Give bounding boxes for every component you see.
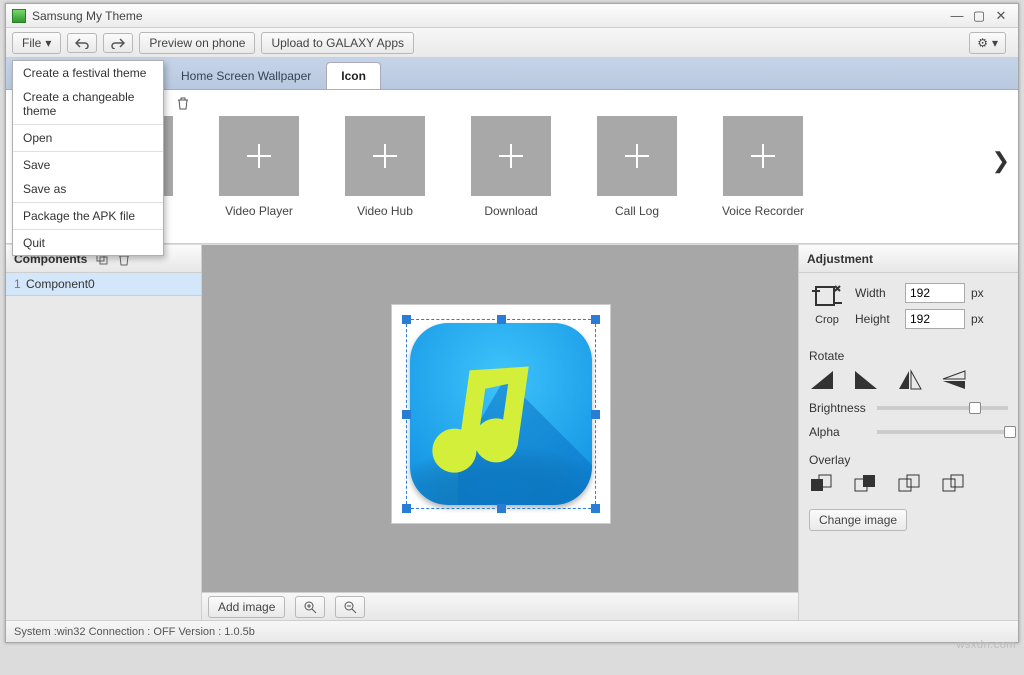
zoom-in-button[interactable] (295, 596, 325, 618)
flip-vertical-icon[interactable] (941, 369, 967, 391)
selection-box[interactable] (406, 319, 596, 509)
brightness-label: Brightness (809, 401, 871, 415)
status-text: System :win32 Connection : OFF Version :… (14, 626, 255, 638)
icon-tile[interactable]: Voice Recorder (720, 116, 806, 218)
rotate-left-icon[interactable] (809, 369, 835, 391)
icon-tile-label: Voice Recorder (722, 204, 804, 218)
icon-tile[interactable]: Download (468, 116, 554, 218)
add-icon-placeholder[interactable] (723, 116, 803, 196)
menu-save[interactable]: Save (13, 153, 163, 177)
upload-to-galaxy-apps-button[interactable]: Upload to GALAXY Apps (261, 32, 414, 54)
crop-section: Crop Width px Height px (809, 283, 1008, 335)
icon-tile[interactable]: Video Hub (342, 116, 428, 218)
height-input[interactable] (905, 309, 965, 329)
preview-on-phone-button[interactable]: Preview on phone (139, 32, 255, 54)
rotate-section: Rotate (809, 349, 1008, 391)
adjustment-header: Adjustment (799, 245, 1018, 273)
component-name: Component0 (26, 277, 95, 291)
canvas[interactable]: Add image (202, 245, 798, 620)
file-menu-button[interactable]: File ▾ (12, 32, 61, 54)
icon-strip: Music HubVideo PlayerVideo HubDownloadCa… (90, 116, 806, 218)
width-label: Width (855, 286, 899, 300)
settings-button[interactable]: ⚙ ▾ (969, 32, 1006, 54)
icon-tile[interactable]: Call Log (594, 116, 680, 218)
px-unit: px (971, 286, 984, 300)
icon-tile[interactable]: Video Player (216, 116, 302, 218)
brightness-row: Brightness (809, 401, 1008, 415)
maximize-button[interactable]: ▢ (968, 8, 990, 24)
tab-icon[interactable]: Icon (326, 62, 381, 89)
resize-handle[interactable] (402, 504, 411, 513)
title-bar: Samsung My Theme — ▢ ✕ (6, 4, 1018, 28)
add-icon-placeholder[interactable] (471, 116, 551, 196)
resize-handle[interactable] (497, 504, 506, 513)
menu-create-festival-theme[interactable]: Create a festival theme (13, 61, 163, 85)
overlay-section: Overlay (809, 453, 1008, 495)
add-icon-placeholder[interactable] (597, 116, 677, 196)
resize-handle[interactable] (402, 315, 411, 324)
overlay-forward-icon[interactable] (897, 473, 923, 495)
add-icon-placeholder[interactable] (345, 116, 425, 196)
menu-quit[interactable]: Quit (13, 231, 163, 255)
flip-horizontal-icon[interactable] (897, 369, 923, 391)
component-row[interactable]: 1 Component0 (6, 273, 201, 296)
resize-handle[interactable] (591, 410, 600, 419)
minimize-button[interactable]: — (946, 8, 968, 23)
rotate-label: Rotate (809, 349, 1008, 363)
file-dropdown: Create a festival theme Create a changea… (12, 60, 164, 256)
change-image-button[interactable]: Change image (809, 509, 907, 531)
menu-package-apk[interactable]: Package the APK file (13, 204, 163, 228)
redo-button[interactable] (103, 33, 133, 53)
file-menu-label: File (22, 36, 41, 50)
height-label: Height (855, 312, 899, 326)
resize-handle[interactable] (591, 315, 600, 324)
menu-open[interactable]: Open (13, 126, 163, 150)
zoom-out-button[interactable] (335, 596, 365, 618)
icon-tile-label: Video Hub (357, 204, 413, 218)
window-title: Samsung My Theme (32, 9, 946, 23)
scroll-right-button[interactable]: ❯ (992, 148, 1010, 174)
close-button[interactable]: ✕ (990, 8, 1012, 24)
artboard (392, 305, 610, 523)
components-panel: Components 1 Component0 (6, 245, 202, 620)
crop-icon[interactable] (812, 283, 842, 311)
overlay-backward-icon[interactable] (941, 473, 967, 495)
alpha-label: Alpha (809, 425, 871, 439)
icon-tile-label: Video Player (225, 204, 293, 218)
undo-button[interactable] (67, 33, 97, 53)
rotate-right-icon[interactable] (853, 369, 879, 391)
watermark: wsxdn.com (956, 639, 1016, 651)
width-input[interactable] (905, 283, 965, 303)
chevron-down-icon: ▾ (992, 36, 998, 50)
app-icon (12, 9, 26, 23)
add-image-button[interactable]: Add image (208, 596, 285, 618)
resize-handle[interactable] (591, 504, 600, 513)
tab-wallpaper[interactable]: Home Screen Wallpaper (166, 62, 326, 89)
px-unit: px (971, 312, 984, 326)
add-icon-placeholder[interactable] (219, 116, 299, 196)
menu-save-as[interactable]: Save as (13, 177, 163, 201)
adjustment-panel: Adjustment Crop Width px (798, 245, 1018, 620)
brightness-slider[interactable] (877, 406, 1008, 410)
delete-icon-button[interactable] (176, 96, 190, 110)
menu-create-changeable-theme[interactable]: Create a changeable theme (13, 85, 163, 123)
icon-tile-label: Download (484, 204, 537, 218)
crop-label: Crop (809, 314, 845, 326)
overlay-front-icon[interactable] (809, 473, 835, 495)
canvas-toolbar: Add image (202, 592, 798, 620)
component-index: 1 (14, 277, 26, 291)
resize-handle[interactable] (497, 315, 506, 324)
overlay-label: Overlay (809, 453, 1008, 467)
chevron-down-icon: ▾ (45, 36, 51, 50)
icon-tile-label: Call Log (615, 204, 659, 218)
alpha-row: Alpha (809, 425, 1008, 439)
resize-handle[interactable] (402, 410, 411, 419)
gear-icon: ⚙ (977, 36, 988, 50)
status-bar: System :win32 Connection : OFF Version :… (6, 620, 1018, 642)
main-toolbar: File ▾ Preview on phone Upload to GALAXY… (6, 28, 1018, 58)
alpha-slider[interactable] (877, 430, 1008, 434)
work-area: Components 1 Component0 (6, 244, 1018, 620)
overlay-back-icon[interactable] (853, 473, 879, 495)
